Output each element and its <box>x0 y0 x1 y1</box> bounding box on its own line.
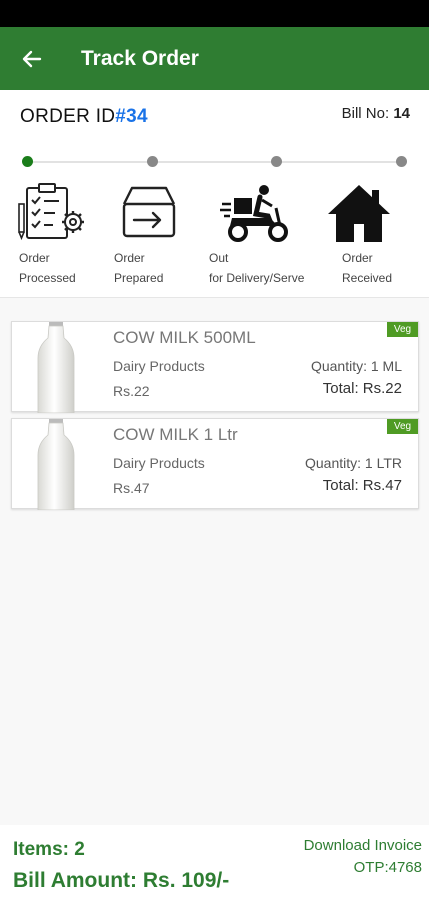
bill-number: Bill No: 14 <box>342 105 410 122</box>
order-summary-footer: Items: 2 Bill Amount: Rs. 109/- Download… <box>0 825 429 900</box>
item-total: Total: Rs.47 <box>322 477 402 494</box>
house-icon <box>328 185 390 242</box>
milk-bottle-image <box>37 322 75 413</box>
status-bar <box>0 0 429 27</box>
item-total: Total: Rs.22 <box>322 380 402 397</box>
order-id-label: ORDER ID <box>20 106 116 127</box>
item-price: Rs.47 <box>113 480 150 496</box>
step-dot-out-for-delivery <box>271 156 282 167</box>
item-category: Dairy Products <box>113 455 205 471</box>
bill-amount: Bill Amount: Rs. 109/- <box>13 869 230 892</box>
veg-badge: Veg <box>387 322 418 337</box>
back-button[interactable] <box>0 27 64 90</box>
item-quantity: Quantity: 1 LTR <box>304 455 402 471</box>
checklist-gear-icon <box>18 183 84 241</box>
item-price: Rs.22 <box>113 383 150 399</box>
item-category: Dairy Products <box>113 358 205 374</box>
delivery-scooter-icon <box>220 185 288 242</box>
step-dot-prepared <box>147 156 158 167</box>
step-label-out-for-delivery: Out for Delivery/Serve <box>209 251 305 285</box>
page-title: Track Order <box>81 46 199 70</box>
step-label-received: Order Received <box>342 251 393 285</box>
bill-value: 14 <box>393 105 410 122</box>
step-dot-processed <box>22 156 33 167</box>
item-name: COW MILK 1 Ltr <box>113 425 238 444</box>
veg-badge: Veg <box>387 419 418 434</box>
item-quantity: Quantity: 1 ML <box>310 358 402 374</box>
order-item-card[interactable]: COW MILK 1 Ltr Dairy Products Rs.47 Quan… <box>11 418 419 510</box>
download-invoice-link[interactable]: Download Invoice <box>304 837 422 854</box>
order-id: ORDER ID#34 <box>20 106 148 128</box>
order-item-card[interactable]: COW MILK 500ML Dairy Products Rs.22 Quan… <box>11 321 419 413</box>
progress-line <box>28 161 401 163</box>
back-arrow-icon <box>22 50 42 67</box>
bill-label: Bill No: <box>341 105 390 122</box>
items-count: Items: 2 <box>13 839 85 860</box>
order-status-card: ORDER ID#34 Bill No: 14 Order Processed … <box>0 90 429 298</box>
item-name: COW MILK 500ML <box>113 328 256 347</box>
step-dot-received <box>396 156 407 167</box>
order-id-number: #34 <box>115 106 148 127</box>
box-arrow-icon <box>122 186 176 238</box>
otp-code: OTP:4768 <box>353 859 422 876</box>
milk-bottle-image <box>37 419 75 510</box>
step-label-prepared: Order Prepared <box>114 251 164 285</box>
step-label-processed: Order Processed <box>19 251 76 285</box>
app-bar: Track Order <box>0 27 429 90</box>
